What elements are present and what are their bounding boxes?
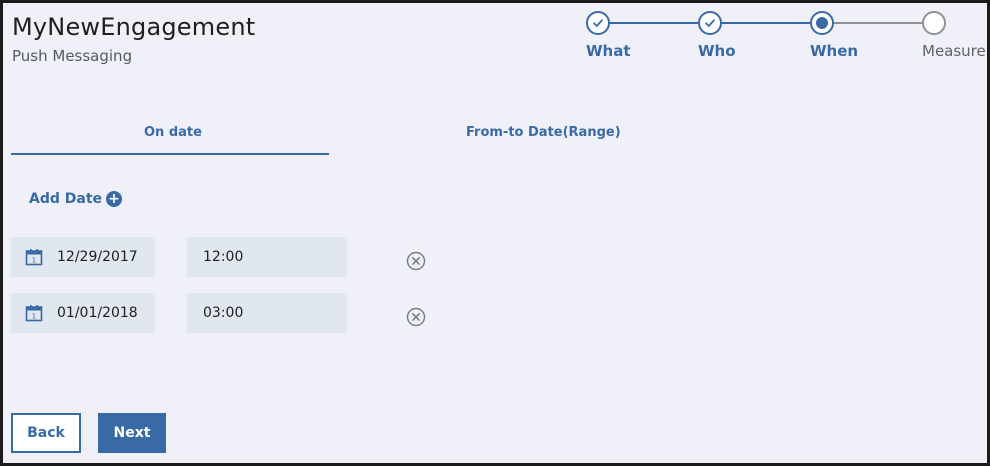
remove-entry-close-icon[interactable] bbox=[406, 307, 426, 327]
calendar-icon[interactable]: 1 bbox=[25, 304, 43, 322]
calendar-icon[interactable]: 1 bbox=[25, 248, 43, 266]
progress-connector bbox=[720, 22, 812, 24]
back-button[interactable]: Back bbox=[11, 413, 81, 453]
step-label-what[interactable]: What bbox=[586, 42, 631, 60]
svg-text:1: 1 bbox=[32, 313, 36, 321]
step-when-dot-icon[interactable] bbox=[810, 11, 834, 35]
remove-entry-close-icon[interactable] bbox=[406, 251, 426, 271]
active-tab-indicator bbox=[11, 153, 329, 155]
tab-date-range[interactable]: From-to Date(Range) bbox=[466, 125, 621, 140]
step-label-who[interactable]: Who bbox=[698, 42, 736, 60]
time-input[interactable]: 03:00 bbox=[187, 293, 347, 333]
time-input[interactable]: 12:00 bbox=[187, 237, 347, 277]
time-value: 03:00 bbox=[203, 305, 244, 321]
date-value: 01/01/2018 bbox=[57, 305, 138, 321]
step-label-measure[interactable]: Measure bbox=[922, 42, 986, 60]
step-who-check-icon[interactable] bbox=[698, 11, 722, 35]
progress-connector bbox=[608, 22, 700, 24]
step-what-check-icon[interactable] bbox=[586, 11, 610, 35]
plus-circle-icon: + bbox=[106, 191, 123, 207]
next-button[interactable]: Next bbox=[98, 413, 166, 453]
engagement-panel: MyNewEngagement Push Messaging What Who … bbox=[0, 0, 990, 466]
step-label-when[interactable]: When bbox=[810, 42, 858, 60]
date-input[interactable]: 1 01/01/2018 bbox=[11, 293, 155, 333]
add-date-label: Add Date bbox=[29, 191, 103, 207]
date-input[interactable]: 1 12/29/2017 bbox=[11, 237, 155, 277]
add-date-button[interactable]: Add Date + bbox=[29, 191, 123, 207]
step-measure-circle-icon[interactable] bbox=[922, 11, 946, 35]
svg-text:1: 1 bbox=[32, 257, 36, 265]
progress-connector bbox=[832, 22, 924, 24]
time-value: 12:00 bbox=[203, 249, 244, 265]
tab-on-date[interactable]: On date bbox=[144, 125, 202, 140]
progress-indicator: What Who When Measure bbox=[3, 3, 987, 83]
date-value: 12/29/2017 bbox=[57, 249, 138, 265]
